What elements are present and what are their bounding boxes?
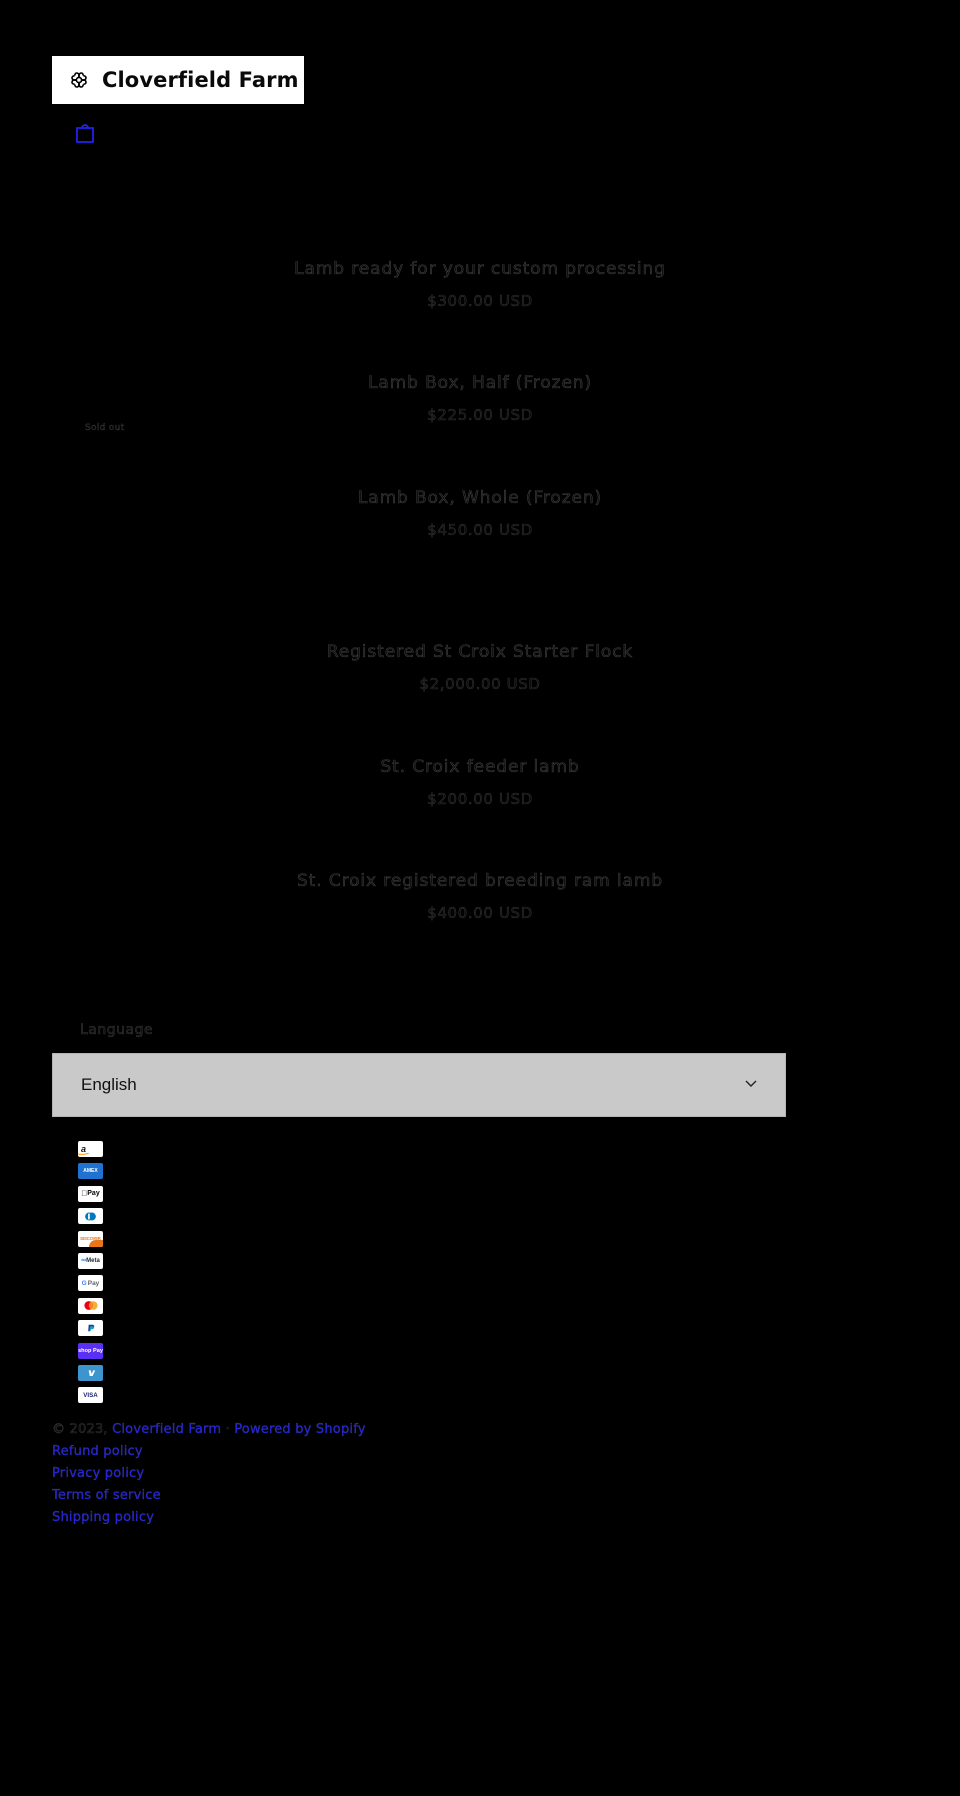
product-price: $400.00 USD — [427, 904, 533, 922]
google-pay-icon: G Pay — [78, 1275, 103, 1292]
american-express-icon: AMEX — [78, 1163, 103, 1180]
language-selected-value: English — [81, 1075, 137, 1094]
footer-link[interactable]: Shipping policy — [52, 1507, 366, 1529]
venmo-icon — [78, 1364, 103, 1381]
diners-club-icon — [78, 1208, 103, 1225]
shop-pay-icon: shop Pay — [78, 1342, 103, 1359]
footer-separator: · — [225, 1422, 230, 1437]
store-logo[interactable]: Cloverfield Farm — [52, 56, 304, 104]
product-price: $225.00 USD — [427, 406, 533, 424]
product-card[interactable]: Lamb Box, Whole (Frozen) $450.00 USD Sold … — [0, 423, 960, 540]
store-name: Cloverfield Farm — [102, 68, 299, 92]
footer-links: Refund policy Privacy policy Terms of serv… — [52, 1441, 366, 1529]
visa-icon: VISA — [78, 1387, 103, 1404]
payment-methods: a AMEX Pay DISCOVER ∞Meta GPay shop Pay VISA — [78, 1141, 103, 1410]
product-price: $2,000.00 USD — [419, 675, 541, 693]
sold-out-badge: Sold out — [85, 423, 125, 433]
product-card[interactable]: St. Croix feeder lamb $200.00 USD — [0, 756, 960, 809]
copyright-text: © 2023, — [52, 1422, 108, 1437]
language-label: Language — [80, 1022, 154, 1038]
footer-link[interactable]: Terms of service — [52, 1485, 366, 1507]
mastercard-icon — [78, 1297, 103, 1314]
storefront-page: Cloverfield Farm Lamb ready for your cus… — [0, 0, 960, 1796]
product-title[interactable]: St. Croix feeder lamb — [0, 756, 960, 778]
copyright-line: © 2023, Cloverfield Farm · Powered by Sh… — [52, 1419, 366, 1441]
product-card[interactable]: St. Croix registered breeding ram lamb $4… — [0, 870, 960, 923]
meta-pay-icon: ∞ Meta — [78, 1252, 103, 1269]
product-card[interactable]: Registered St Croix Starter Flock $2,000.… — [0, 641, 960, 694]
product-title[interactable]: Registered St Croix Starter Flock — [0, 641, 960, 663]
paypal-icon — [78, 1320, 103, 1337]
footer-link[interactable]: Refund policy — [52, 1441, 366, 1463]
product-title[interactable]: Lamb Box, Half (Frozen) — [0, 372, 960, 394]
product-title[interactable]: Lamb Box, Whole (Frozen) — [0, 487, 960, 509]
cart-button[interactable] — [70, 120, 100, 150]
clover-icon — [66, 67, 92, 93]
product-price: $450.00 USD — [427, 521, 533, 539]
footer-store-link[interactable]: Cloverfield Farm — [112, 1422, 221, 1437]
language-select[interactable]: English — [52, 1053, 786, 1117]
powered-by-shopify-link[interactable]: Powered by Shopify — [234, 1422, 365, 1437]
discover-icon: DISCOVER — [78, 1230, 103, 1247]
product-card[interactable]: Lamb ready for your custom processing $30… — [0, 258, 960, 311]
amazon-pay-icon: a — [78, 1141, 103, 1157]
footer: © 2023, Cloverfield Farm · Powered by Sh… — [52, 1419, 366, 1529]
chevron-down-icon — [743, 1075, 759, 1096]
footer-link[interactable]: Privacy policy — [52, 1463, 366, 1485]
product-card[interactable]: Lamb Box, Half (Frozen) $225.00 USD — [0, 372, 960, 425]
apple-pay-icon: Pay — [78, 1185, 103, 1202]
product-price: $200.00 USD — [427, 790, 533, 808]
product-title[interactable]: Lamb ready for your custom processing — [0, 258, 960, 280]
shopping-bag-icon — [73, 121, 97, 150]
product-price: $300.00 USD — [427, 292, 533, 310]
product-title[interactable]: St. Croix registered breeding ram lamb — [0, 870, 960, 892]
